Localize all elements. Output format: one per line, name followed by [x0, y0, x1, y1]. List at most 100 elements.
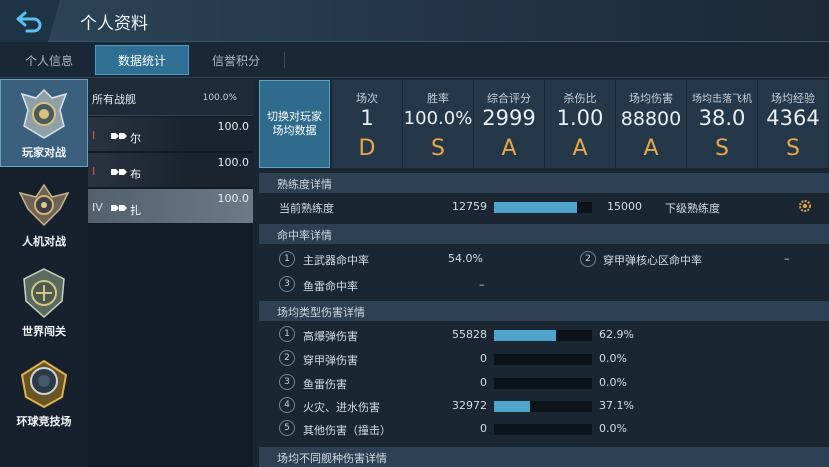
all-ships-pct: 100.0% — [202, 93, 237, 103]
stat-card: 场均击落飞机 38.0 S — [687, 80, 757, 168]
mode-arena[interactable]: 环球竞技场 — [0, 349, 88, 437]
mode-label: 玩家对战 — [22, 146, 66, 159]
damage-bar-fill — [494, 330, 556, 341]
stat-label: 综合评分 — [487, 92, 531, 105]
damage-label: 火灾、进水伤害 — [303, 401, 380, 414]
tab-data-stats[interactable]: 数据统计 — [95, 45, 189, 75]
proficiency-bar — [494, 202, 592, 213]
mode-sidebar: 玩家对战 人机对战 世界闯关 环球竞技场 — [0, 79, 88, 467]
hit-rate-label: 主武器命中率 — [303, 254, 369, 267]
ship-pct: 100.0 — [217, 156, 250, 169]
page-title: 个人资料 — [80, 14, 148, 34]
stat-label: 场均经验 — [771, 92, 815, 105]
damage-value: 0 — [480, 422, 487, 435]
ship-list-item[interactable]: I 布 100.0 — [88, 153, 253, 187]
mode-label: 世界闯关 — [22, 325, 66, 338]
ship-name: 布 — [130, 168, 141, 181]
stat-grade: S — [715, 136, 729, 161]
ship-pct: 100.0 — [217, 192, 250, 205]
stat-grade: A — [643, 136, 659, 161]
stat-value: 38.0 — [698, 106, 746, 130]
switch-data-button[interactable]: 切换对玩家场均数据 — [259, 80, 330, 168]
stat-card: 场均经验 4364 S — [758, 80, 828, 168]
arena-emblem-icon — [20, 359, 68, 409]
stat-grade: D — [358, 136, 376, 161]
ship-name: 尔 — [130, 132, 141, 145]
item-number: 1 — [279, 326, 295, 342]
item-number: 3 — [279, 276, 295, 292]
pve-emblem-icon — [18, 183, 70, 227]
back-arrow-icon — [16, 11, 42, 33]
stat-value: 88800 — [620, 108, 682, 130]
stat-label: 场次 — [356, 92, 378, 105]
mode-pve[interactable]: 人机对战 — [0, 169, 88, 257]
damage-bar — [494, 401, 592, 412]
next-proficiency-value: 15000 — [607, 200, 642, 213]
tab-divider — [284, 52, 285, 68]
stat-label: 场均伤害 — [629, 92, 673, 105]
damage-pct: 37.1% — [599, 399, 634, 412]
stat-grade: A — [572, 136, 588, 161]
stat-card: 场次 1 D — [332, 80, 402, 168]
damage-label: 鱼雷伤害 — [303, 378, 347, 391]
tab-personal-info[interactable]: 个人信息 — [8, 45, 90, 75]
hit-rate-label: 穿甲弹核心区命中率 — [603, 254, 702, 267]
stat-value: 100.0% — [403, 108, 473, 129]
ship-tier: I — [92, 165, 96, 178]
tab-reputation[interactable]: 信誉积分 — [192, 45, 280, 75]
stat-card: 场均伤害 88800 A — [616, 80, 686, 168]
damage-pct: 0.0% — [599, 352, 627, 365]
gear-icon[interactable] — [797, 198, 813, 214]
stat-value: 1 — [360, 106, 374, 130]
hit-rate-value: 54.0% — [448, 252, 483, 265]
ship-list-all[interactable]: 所有战舰 100.0% — [88, 79, 253, 116]
damage-pct: 0.0% — [599, 376, 627, 389]
stat-value: 2999 — [482, 106, 536, 130]
damage-bar — [494, 424, 592, 435]
section-hit-rate: 命中率详情 — [259, 224, 829, 244]
tab-bar: 个人信息 数据统计 信誉积分 — [0, 42, 829, 78]
damage-bar — [494, 330, 592, 341]
world-emblem-icon — [23, 268, 65, 319]
section-title: 命中率详情 — [277, 229, 332, 242]
stat-grade: S — [431, 136, 445, 161]
hit-rate-label: 鱼雷命中率 — [303, 280, 358, 293]
ship-type-icon — [111, 133, 127, 139]
ship-type-icon — [111, 205, 127, 211]
damage-value: 0 — [480, 352, 487, 365]
next-proficiency-label: 下级熟练度 — [665, 202, 720, 215]
stat-card: 综合评分 2999 A — [474, 80, 544, 168]
damage-label: 高爆弹伤害 — [303, 330, 358, 343]
stat-label: 胜率 — [427, 92, 449, 105]
item-number: 1 — [279, 251, 295, 267]
stat-value: 1.00 — [556, 106, 604, 130]
damage-bar — [494, 354, 592, 365]
hit-rate-value: – — [784, 252, 790, 265]
pvp-emblem-icon — [20, 88, 68, 139]
stat-card: 胜率 100.0% S — [403, 80, 473, 168]
item-number: 3 — [279, 374, 295, 390]
section-title: 熟练度详情 — [277, 178, 332, 191]
item-number: 2 — [580, 251, 596, 267]
mode-pvp[interactable]: 玩家对战 — [0, 79, 88, 167]
back-button[interactable] — [0, 0, 60, 42]
item-number: 4 — [279, 397, 295, 413]
item-number: 5 — [279, 420, 295, 436]
header-bar: 个人资料 — [0, 0, 829, 42]
current-proficiency-label: 当前熟练度 — [279, 202, 334, 215]
ship-list-item[interactable]: IV 扎 100.0 — [88, 189, 253, 223]
proficiency-bar-fill — [494, 202, 578, 213]
mode-world[interactable]: 世界闯关 — [0, 259, 88, 347]
damage-value: 0 — [480, 376, 487, 389]
damage-label: 穿甲弹伤害 — [303, 354, 358, 367]
stat-grade: A — [501, 136, 517, 161]
stat-grade: S — [786, 136, 800, 161]
damage-bar-fill — [494, 401, 531, 412]
section-proficiency: 熟练度详情 — [259, 173, 829, 193]
section-title: 场均类型伤害详情 — [277, 306, 365, 319]
ship-list-item[interactable]: I 尔 100.0 — [88, 117, 253, 151]
ship-pct: 100.0 — [217, 120, 250, 133]
ship-tier: I — [92, 129, 96, 142]
damage-value: 32972 — [452, 399, 487, 412]
stats-panel: 切换对玩家场均数据 场次 1 D 胜率 100.0% S 综合评分 2999 A… — [257, 79, 829, 467]
